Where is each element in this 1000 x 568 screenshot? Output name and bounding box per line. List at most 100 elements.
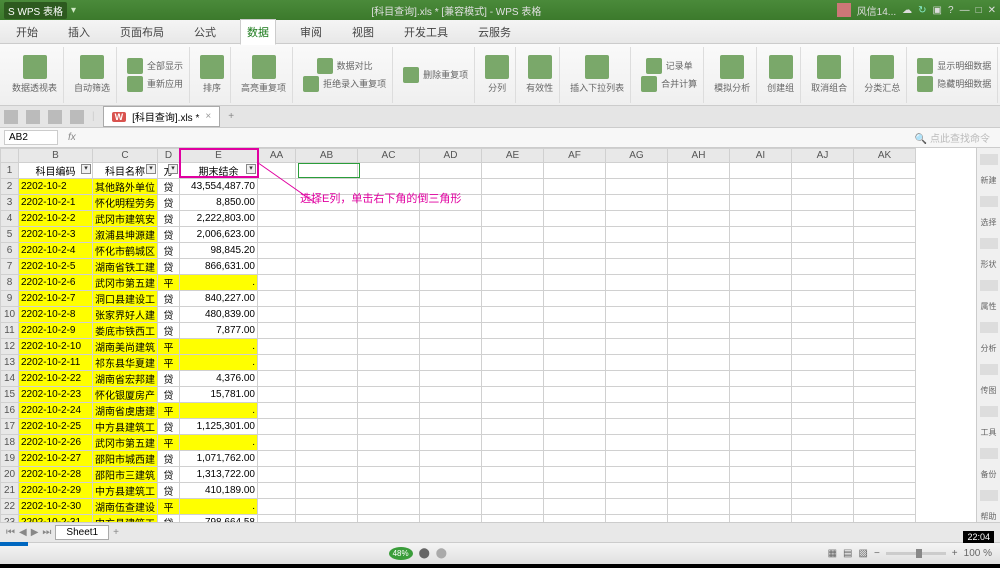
- cell[interactable]: [482, 179, 544, 195]
- save-icon[interactable]: [4, 110, 18, 124]
- row-header[interactable]: 17: [1, 419, 19, 435]
- cell[interactable]: [258, 307, 296, 323]
- menu-tab-页面布局[interactable]: 页面布局: [114, 20, 170, 44]
- cell[interactable]: [482, 451, 544, 467]
- fx-icon[interactable]: fx: [62, 132, 82, 143]
- cell[interactable]: [358, 483, 420, 499]
- sheet-nav-prev-icon[interactable]: ◀: [19, 527, 27, 538]
- table-row[interactable]: 162202-10-2-24湖南省虞唐建平.: [1, 403, 916, 419]
- cell[interactable]: 平: [158, 435, 180, 451]
- cell[interactable]: 2202-10-2-9: [19, 323, 93, 339]
- ribbon-validation[interactable]: 有效性: [520, 47, 560, 103]
- table-row[interactable]: 42202-10-2-2武冈市建筑安贷2,222,803.00: [1, 211, 916, 227]
- cell[interactable]: [544, 179, 606, 195]
- row-header[interactable]: 7: [1, 259, 19, 275]
- ribbon-reject-dup[interactable]: 数据对比 拒绝录入重复项: [297, 47, 393, 103]
- cell[interactable]: [482, 243, 544, 259]
- cell[interactable]: [358, 515, 420, 523]
- view-break-icon[interactable]: ▧: [859, 548, 868, 559]
- cell[interactable]: [482, 323, 544, 339]
- row-header[interactable]: 10: [1, 307, 19, 323]
- cell[interactable]: [296, 435, 358, 451]
- row-header[interactable]: 3: [1, 195, 19, 211]
- cell[interactable]: [258, 227, 296, 243]
- cell[interactable]: 怀化银厦房产: [93, 387, 158, 403]
- cell[interactable]: [606, 307, 668, 323]
- cell[interactable]: [854, 307, 916, 323]
- cell[interactable]: .: [180, 499, 258, 515]
- cell[interactable]: [482, 483, 544, 499]
- minimize-button[interactable]: —: [960, 5, 970, 16]
- start-button[interactable]: [0, 542, 28, 546]
- cell[interactable]: [544, 403, 606, 419]
- cell[interactable]: [606, 275, 668, 291]
- cell[interactable]: [482, 227, 544, 243]
- cell[interactable]: 410,189.00: [180, 483, 258, 499]
- cell[interactable]: [420, 259, 482, 275]
- cell[interactable]: 邵阳市城西建: [93, 451, 158, 467]
- cell[interactable]: 1,313,722.00: [180, 467, 258, 483]
- col-header-C[interactable]: C: [93, 149, 158, 163]
- cell[interactable]: [606, 515, 668, 523]
- cell[interactable]: [606, 435, 668, 451]
- cell[interactable]: [544, 275, 606, 291]
- cell[interactable]: [358, 499, 420, 515]
- cell[interactable]: [258, 499, 296, 515]
- cell[interactable]: [606, 419, 668, 435]
- cell[interactable]: [296, 211, 358, 227]
- cell[interactable]: [792, 419, 854, 435]
- cell[interactable]: [606, 195, 668, 211]
- cell[interactable]: [730, 307, 792, 323]
- cell[interactable]: 贷: [158, 419, 180, 435]
- zoom-out-icon[interactable]: −: [874, 548, 880, 559]
- cell[interactable]: 贷: [158, 291, 180, 307]
- menu-tab-数据[interactable]: 数据: [240, 19, 276, 45]
- cell[interactable]: [258, 387, 296, 403]
- table-row[interactable]: 52202-10-2-3溆浦县坤源建贷2,006,623.00: [1, 227, 916, 243]
- header-cell-B[interactable]: 科目编码▾: [19, 163, 93, 179]
- cell[interactable]: 贷: [158, 467, 180, 483]
- cell[interactable]: [668, 195, 730, 211]
- cell[interactable]: [544, 323, 606, 339]
- row-header[interactable]: 13: [1, 355, 19, 371]
- sync-icon[interactable]: ↻: [918, 5, 926, 16]
- name-box[interactable]: AB2: [4, 130, 58, 145]
- cell[interactable]: [544, 483, 606, 499]
- cell[interactable]: [544, 499, 606, 515]
- cell[interactable]: [792, 163, 854, 179]
- cell[interactable]: 贷: [158, 179, 180, 195]
- cell[interactable]: 湖南省宏邦建: [93, 371, 158, 387]
- cell[interactable]: [258, 179, 296, 195]
- cell[interactable]: [792, 403, 854, 419]
- table-row[interactable]: 92202-10-2-7洞口县建设工贷840,227.00: [1, 291, 916, 307]
- sheet-nav-first-icon[interactable]: ⏮: [6, 527, 15, 538]
- print-icon[interactable]: [70, 110, 84, 124]
- cell[interactable]: [792, 291, 854, 307]
- cell[interactable]: [258, 275, 296, 291]
- cell[interactable]: [730, 179, 792, 195]
- cell[interactable]: [358, 307, 420, 323]
- cell[interactable]: [544, 163, 606, 179]
- cell[interactable]: [296, 291, 358, 307]
- cell[interactable]: 其他路外单位: [93, 179, 158, 195]
- maximize-button[interactable]: □: [976, 5, 982, 16]
- menu-tab-云服务[interactable]: 云服务: [472, 20, 517, 44]
- cell[interactable]: 4,376.00: [180, 371, 258, 387]
- cell[interactable]: [730, 163, 792, 179]
- cell[interactable]: 平: [158, 403, 180, 419]
- cell[interactable]: [854, 515, 916, 523]
- panel-btn-新建[interactable]: [980, 154, 998, 165]
- panel-btn-选择[interactable]: [980, 196, 998, 207]
- cell[interactable]: [544, 467, 606, 483]
- cell[interactable]: [668, 419, 730, 435]
- cell[interactable]: [296, 499, 358, 515]
- cell[interactable]: [258, 467, 296, 483]
- undo-icon[interactable]: [26, 110, 40, 124]
- cell[interactable]: [854, 195, 916, 211]
- cell[interactable]: [606, 163, 668, 179]
- cell[interactable]: 43,554,487.70: [180, 179, 258, 195]
- cell[interactable]: [792, 323, 854, 339]
- cell[interactable]: [730, 467, 792, 483]
- cell[interactable]: 2202-10-2-4: [19, 243, 93, 259]
- cell[interactable]: [606, 355, 668, 371]
